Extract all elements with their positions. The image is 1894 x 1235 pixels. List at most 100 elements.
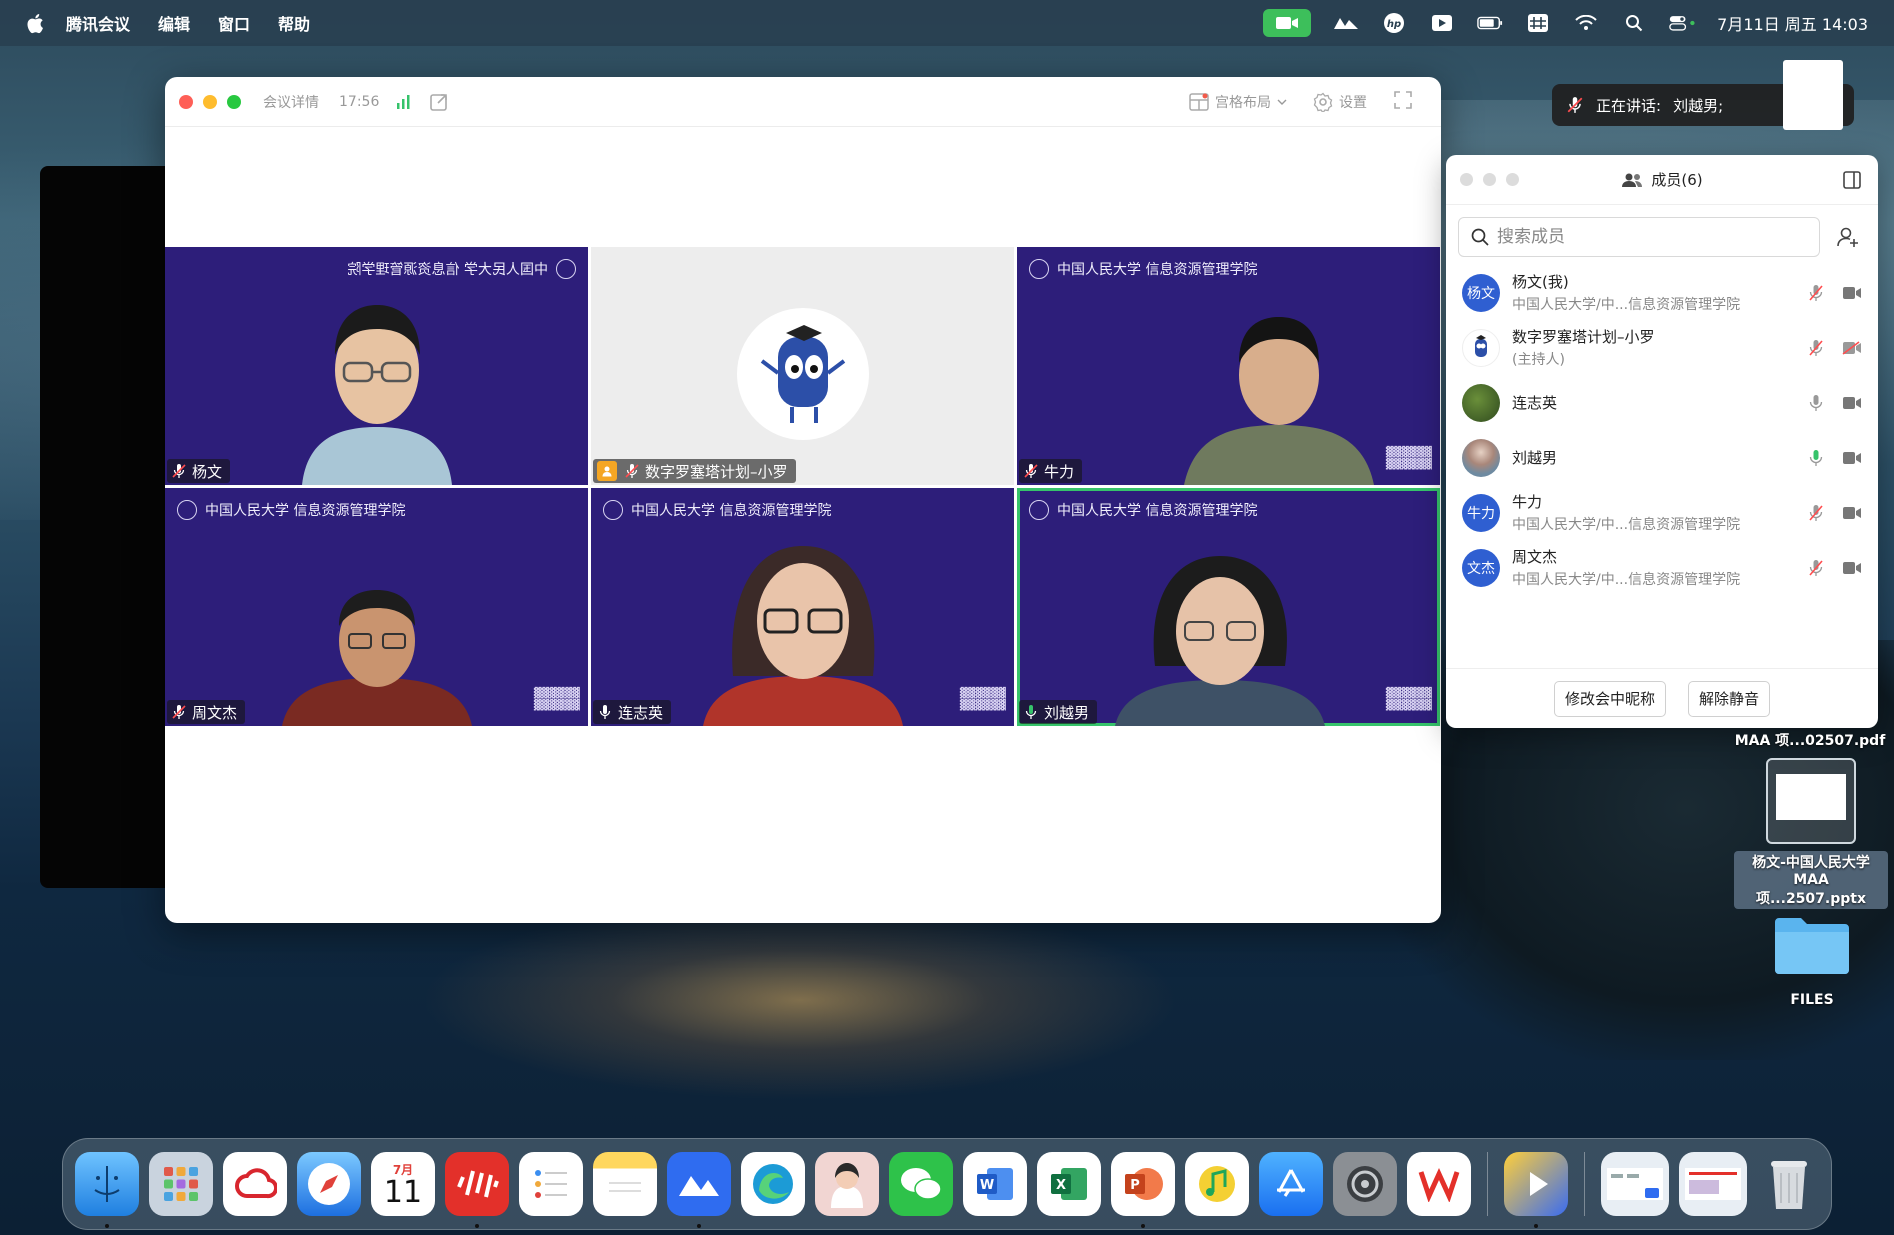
settings-button[interactable]: 设置 bbox=[1313, 92, 1367, 112]
member-row[interactable]: 杨文 杨文(我) 中国人民大学/中...信息资源管理学院 bbox=[1446, 265, 1878, 320]
powerpoint-icon[interactable]: P bbox=[1111, 1152, 1175, 1228]
member-search-input[interactable] bbox=[1497, 227, 1797, 247]
minimize-window-button[interactable] bbox=[203, 94, 217, 109]
video-tile[interactable]: 数字罗塞塔计划–小罗 bbox=[591, 247, 1014, 485]
menu-app-name[interactable]: 腾讯会议 bbox=[66, 11, 130, 35]
mic-muted-icon[interactable] bbox=[1808, 559, 1824, 577]
member-row[interactable]: 数字罗塞塔计划–小罗 (主持人) bbox=[1446, 320, 1878, 375]
member-org: 中国人民大学/中...信息资源管理学院 bbox=[1512, 297, 1741, 313]
spotlight-search-icon[interactable] bbox=[1621, 12, 1647, 34]
video-camera-icon[interactable] bbox=[1842, 286, 1862, 300]
member-row[interactable]: 刘越男 bbox=[1446, 430, 1878, 485]
video-camera-icon[interactable] bbox=[1842, 561, 1862, 575]
video-camera-icon[interactable] bbox=[1842, 451, 1862, 465]
desktop-file-thumbnail[interactable] bbox=[1783, 60, 1843, 130]
menu-help[interactable]: 帮助 bbox=[278, 11, 310, 35]
layout-button[interactable]: 宫格布局 bbox=[1189, 92, 1287, 112]
participant-name-tag: 牛力 bbox=[1019, 459, 1083, 483]
lark-icon[interactable] bbox=[667, 1152, 731, 1228]
desktop-file-pptx-icon[interactable] bbox=[1766, 758, 1856, 844]
member-search-row bbox=[1446, 205, 1878, 265]
university-seal-icon bbox=[1029, 500, 1049, 520]
folder-label[interactable]: FILES bbox=[1770, 992, 1854, 1008]
video-tile[interactable]: 中国人民大学 信息资源管理学院 杨文 bbox=[165, 247, 588, 485]
desktop-file-pdf-label[interactable]: MAA 项...02507.pdf bbox=[1730, 730, 1890, 750]
desktop-file-pptx-label[interactable]: 杨文-中国人民大学 MAA 项...2507.pptx bbox=[1734, 851, 1888, 909]
word-icon[interactable]: W bbox=[963, 1152, 1027, 1216]
safari-icon[interactable] bbox=[297, 1152, 361, 1216]
notes-icon[interactable] bbox=[593, 1152, 657, 1216]
launchpad-icon[interactable] bbox=[149, 1152, 213, 1216]
video-camera-icon[interactable] bbox=[1842, 396, 1862, 410]
hp-tray-icon[interactable]: hp bbox=[1381, 12, 1407, 34]
app-store-icon[interactable] bbox=[1259, 1152, 1323, 1216]
avatar bbox=[1462, 328, 1500, 367]
zoom-window-button[interactable] bbox=[227, 94, 241, 109]
zoom-panel-button[interactable] bbox=[1506, 173, 1519, 186]
minimized-window-thumbnail[interactable] bbox=[1601, 1152, 1669, 1216]
member-row[interactable]: 连志英 bbox=[1446, 375, 1878, 430]
meeting-detail-button[interactable]: 会议详情 bbox=[263, 92, 319, 112]
avatar: 杨文 bbox=[1462, 273, 1500, 312]
tencent-meeting-tray-icon[interactable] bbox=[1263, 9, 1312, 37]
virtual-assistant-icon[interactable] bbox=[815, 1152, 879, 1216]
trash-icon[interactable] bbox=[1757, 1152, 1821, 1216]
calendar-icon[interactable]: 7月 11 bbox=[371, 1152, 435, 1216]
mic-speaking-icon[interactable] bbox=[1808, 449, 1824, 467]
signal-bars-icon[interactable] bbox=[395, 94, 411, 110]
video-tile-active-speaker[interactable]: 中国人民大学 信息资源管理学院 ▓▓▓▓▓▓ ▓▓▓▓▓▓ 刘越男 bbox=[1017, 488, 1440, 726]
video-tile[interactable]: 中国人民大学 信息资源管理学院 ▓▓▓▓▓▓ ▓▓▓▓▓▓ 周文杰 bbox=[165, 488, 588, 726]
minimize-panel-button[interactable] bbox=[1483, 173, 1496, 186]
mic-muted-icon bbox=[172, 705, 186, 719]
mic-on-icon[interactable] bbox=[1808, 394, 1824, 412]
apple-icon[interactable] bbox=[24, 12, 46, 34]
input-method-icon[interactable] bbox=[1525, 12, 1551, 34]
invite-member-button[interactable] bbox=[1830, 219, 1866, 255]
fullscreen-icon[interactable] bbox=[1393, 90, 1413, 114]
reminders-icon[interactable] bbox=[519, 1152, 583, 1216]
folder-icon[interactable] bbox=[1773, 912, 1851, 976]
university-seal-icon bbox=[1029, 259, 1049, 279]
music-app-icon[interactable] bbox=[1185, 1152, 1249, 1216]
video-camera-icon[interactable] bbox=[1842, 506, 1862, 520]
edge-icon[interactable] bbox=[741, 1152, 805, 1216]
member-name: 刘越男 bbox=[1512, 449, 1558, 467]
dock-separator bbox=[1487, 1152, 1488, 1216]
member-row[interactable]: 牛力 牛力 中国人民大学/中...信息资源管理学院 bbox=[1446, 485, 1878, 540]
system-settings-icon[interactable] bbox=[1333, 1152, 1397, 1216]
mic-muted-icon bbox=[625, 464, 639, 478]
finder-icon[interactable] bbox=[75, 1152, 139, 1228]
video-off-icon[interactable] bbox=[1842, 340, 1862, 355]
control-center-icon[interactable] bbox=[1669, 12, 1695, 34]
video-tile[interactable]: 中国人民大学 信息资源管理学院 ▓▓▓▓▓▓ ▓▓▓▓▓▓ 牛力 bbox=[1017, 247, 1440, 485]
close-panel-button[interactable] bbox=[1460, 173, 1473, 186]
rename-nickname-button[interactable]: 修改会中昵称 bbox=[1553, 680, 1666, 717]
menu-window[interactable]: 窗口 bbox=[218, 11, 250, 35]
mic-muted-icon[interactable] bbox=[1808, 504, 1824, 522]
mic-muted-icon bbox=[1567, 97, 1583, 113]
wifi-icon[interactable] bbox=[1573, 12, 1599, 34]
lark-tray-icon[interactable] bbox=[1333, 12, 1359, 34]
menu-edit[interactable]: 编辑 bbox=[158, 11, 190, 35]
wps-icon[interactable] bbox=[1407, 1152, 1471, 1216]
battery-icon[interactable] bbox=[1477, 12, 1503, 34]
close-window-button[interactable] bbox=[179, 94, 193, 109]
mic-muted-icon[interactable] bbox=[1808, 339, 1824, 357]
play-tray-icon[interactable] bbox=[1429, 12, 1455, 34]
minimized-window-thumbnail[interactable] bbox=[1679, 1152, 1747, 1216]
mic-muted-icon[interactable] bbox=[1808, 284, 1824, 302]
media-player-icon[interactable] bbox=[1504, 1152, 1568, 1228]
video-tile[interactable]: 中国人民大学 信息资源管理学院 ▓▓▓▓▓▓ ▓▓▓▓▓▓ 连志英 bbox=[591, 488, 1014, 726]
excel-icon[interactable]: X bbox=[1037, 1152, 1101, 1216]
member-row[interactable]: 文杰 周文杰 中国人民大学/中...信息资源管理学院 bbox=[1446, 540, 1878, 595]
creative-cloud-icon[interactable] bbox=[223, 1152, 287, 1216]
share-screen-icon[interactable] bbox=[429, 92, 449, 112]
svg-text:hp: hp bbox=[1387, 19, 1401, 30]
participant-name-tag: 刘越男 bbox=[1019, 700, 1098, 724]
menubar-clock[interactable]: 7月11日 周五 14:03 bbox=[1717, 11, 1868, 35]
sidebar-toggle-icon[interactable] bbox=[1842, 170, 1862, 194]
audio-wave-app-icon[interactable] bbox=[445, 1152, 509, 1228]
wechat-icon[interactable] bbox=[889, 1152, 953, 1216]
unmute-button[interactable]: 解除静音 bbox=[1688, 680, 1771, 717]
menubar: 腾讯会议 编辑 窗口 帮助 hp 7月11日 周五 14:03 bbox=[0, 0, 1894, 46]
